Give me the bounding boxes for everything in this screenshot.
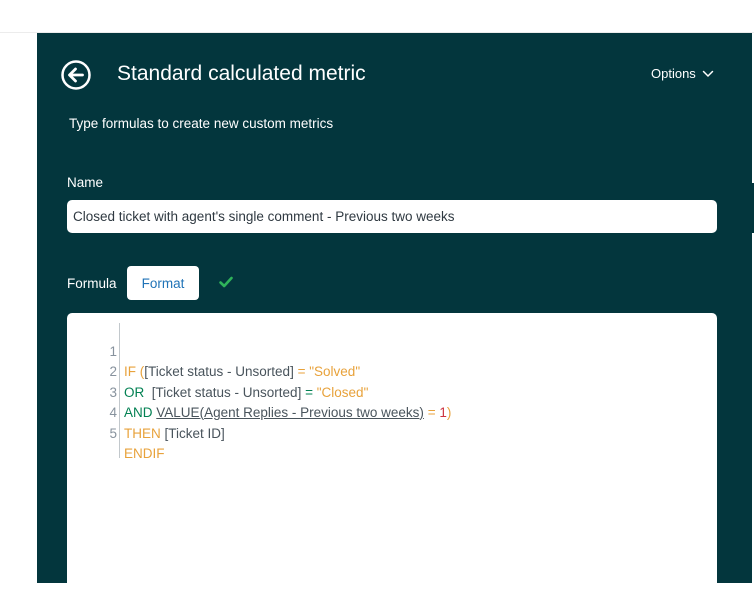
options-label: Options xyxy=(651,66,696,81)
calculated-metric-panel: Standard calculated metric Options Type … xyxy=(37,33,752,593)
arrow-left-circle-icon xyxy=(61,60,91,90)
page-subtitle: Type formulas to create new custom metri… xyxy=(69,116,334,131)
formula-editor[interactable]: 1 IF ([Ticket status - Unsorted] = "Solv… xyxy=(67,313,717,593)
chevron-down-icon xyxy=(702,70,714,77)
formula-label: Formula xyxy=(67,276,117,291)
line-number: 5 xyxy=(109,425,117,441)
code-line: 2 OR [Ticket status - Unsorted] = "Close… xyxy=(67,342,717,400)
format-button[interactable]: Format xyxy=(127,266,199,300)
code-line: 4 THEN [Ticket ID] xyxy=(67,383,717,441)
code-line: 3 AND VALUE(Agent Replies - Previous two… xyxy=(67,362,717,421)
back-button[interactable] xyxy=(60,59,92,91)
code-line: 5 ENDIF xyxy=(67,403,717,462)
keyword: THEN xyxy=(124,425,161,441)
checkmark-icon xyxy=(219,276,233,288)
field-ref: [Ticket ID] xyxy=(164,425,225,441)
page-title: Standard calculated metric xyxy=(117,62,366,85)
code-area[interactable]: 1 IF ([Ticket status - Unsorted] = "Solv… xyxy=(67,321,717,462)
options-dropdown[interactable]: Options xyxy=(651,66,714,81)
keyword: ENDIF xyxy=(124,446,165,461)
name-field[interactable] xyxy=(67,200,717,233)
name-label: Name xyxy=(67,175,104,190)
code-line: 1 IF ([Ticket status - Unsorted] = "Solv… xyxy=(67,321,717,380)
top-bar xyxy=(0,0,754,33)
